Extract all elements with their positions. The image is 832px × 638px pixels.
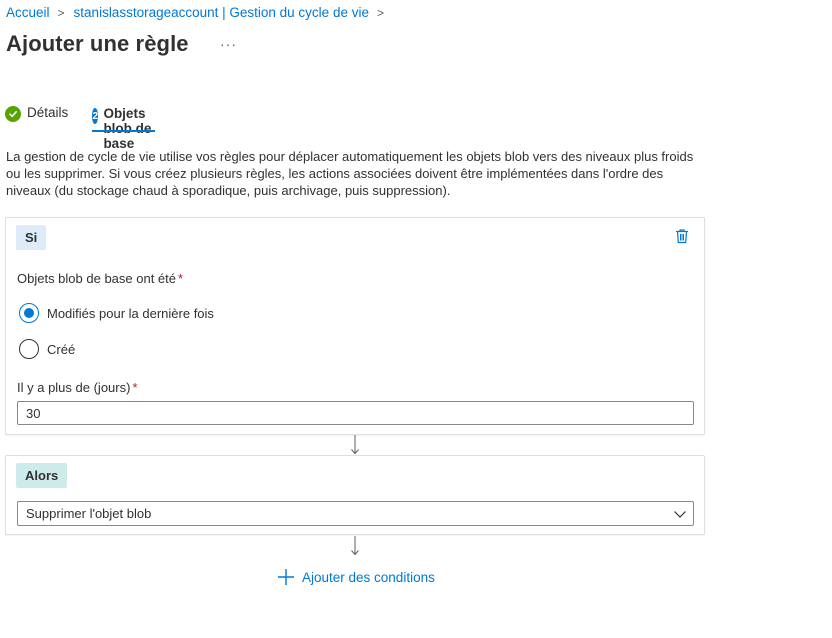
chevron-down-icon — [673, 508, 687, 520]
description-text: La gestion de cycle de vie utilise vos r… — [6, 149, 694, 198]
plus-icon — [277, 568, 295, 586]
radio-button-checked[interactable] — [19, 303, 39, 323]
required-asterisk: * — [132, 380, 138, 395]
chevron-right-icon: > — [57, 5, 65, 20]
tab-base-blobs-label: Objets blob de base — [103, 106, 152, 151]
more-options-button[interactable]: ··· — [220, 36, 237, 52]
if-condition-card: Si Objets blob de base ont été * Modifiés… — [5, 217, 705, 435]
days-input[interactable]: 30 — [17, 401, 694, 425]
radio-button-unchecked[interactable] — [19, 339, 39, 359]
radio-last-modified[interactable]: Modifiés pour la dernière fois — [19, 303, 214, 323]
add-conditions-button[interactable]: Ajouter des conditions — [277, 568, 435, 586]
page-title: Ajouter une règle — [6, 31, 189, 56]
then-badge: Alors — [16, 463, 68, 488]
required-asterisk: * — [178, 271, 184, 286]
condition-label: Objets blob de base ont été * — [17, 271, 183, 286]
check-icon — [5, 106, 21, 122]
condition-label-text: Objets blob de base ont été — [17, 271, 177, 286]
chevron-right-icon: > — [376, 5, 384, 20]
breadcrumb-lifecycle[interactable]: stanislasstorageaccount | Gestion du cyc… — [74, 5, 369, 20]
if-badge: Si — [16, 225, 47, 250]
action-dropdown-value: Supprimer l'objet blob — [26, 506, 152, 521]
radio-last-modified-label: Modifiés pour la dernière fois — [47, 305, 214, 321]
tab-base-blobs[interactable]: 2 Objets blob de base — [92, 104, 156, 151]
breadcrumb-home[interactable]: Accueil — [6, 5, 50, 20]
days-label: Il y a plus de (jours) * — [17, 380, 138, 395]
tab-details-label: Détails — [27, 105, 69, 120]
breadcrumb: Accueil > stanislasstorageaccount | Gest… — [6, 5, 393, 20]
action-dropdown[interactable]: Supprimer l'objet blob — [17, 501, 694, 526]
add-conditions-label: Ajouter des conditions — [302, 569, 435, 585]
arrow-down-icon — [349, 434, 361, 456]
radio-created[interactable]: Créé — [19, 339, 75, 359]
days-label-text: Il y a plus de (jours) — [17, 380, 131, 395]
radio-created-label: Créé — [47, 341, 76, 357]
trash-icon[interactable] — [675, 228, 689, 244]
arrow-down-icon — [349, 535, 361, 557]
tab-details[interactable]: Détails — [5, 104, 68, 132]
then-action-card: Alors Supprimer l'objet blob — [5, 455, 705, 535]
step-number-badge: 2 — [92, 108, 99, 124]
